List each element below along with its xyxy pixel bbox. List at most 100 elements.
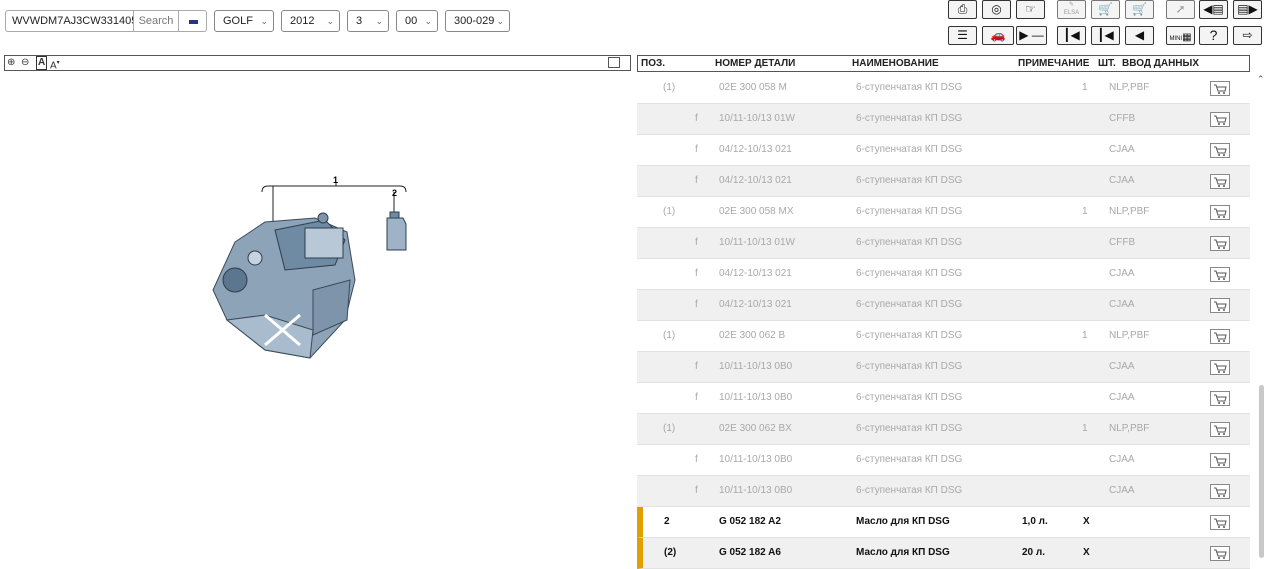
table-row[interactable]: f 04/12-10/13 021 6-ступенчатая КП DSG CJAA — [637, 135, 1250, 166]
year-select[interactable]: 2012 ⌄ — [281, 10, 340, 32]
illustration-select[interactable]: 300-029 ⌄ — [445, 10, 510, 32]
table-row[interactable]: f 10/11-10/13 01W 6-ступенчатая КП DSG CFFB — [637, 104, 1250, 135]
table-row[interactable]: f 10/11-10/13 0B0 6-ступенчатая КП DSG CJAA — [637, 476, 1250, 507]
row-qty: 1 — [1082, 82, 1088, 93]
add-to-cart-icon[interactable] — [1210, 453, 1230, 468]
table-row[interactable]: f 10/11-10/13 0B0 6-ступенчатая КП DSG CJAA — [637, 445, 1250, 476]
table-row[interactable]: f 04/12-10/13 021 6-ступенчатая КП DSG CJAA — [637, 166, 1250, 197]
group-select[interactable]: 3 ⌄ — [347, 10, 389, 32]
first-button[interactable]: ┃◀ — [1057, 26, 1086, 45]
play-button[interactable]: ▶ — — [1016, 26, 1047, 45]
add-to-cart-icon[interactable] — [1210, 112, 1230, 127]
add-to-cart-icon[interactable] — [1210, 81, 1230, 96]
back-button[interactable]: ┃◀ — [1091, 26, 1120, 45]
add-to-cart-icon[interactable] — [1210, 546, 1230, 561]
row-qty: X — [1083, 516, 1090, 527]
table-row[interactable]: (1) 02E 300 058 MX 6-ступенчатая КП DSG 1 NL… — [637, 197, 1250, 228]
row-name: 6-ступенчатая КП DSG — [856, 423, 963, 434]
add-to-cart-icon[interactable] — [1210, 391, 1230, 406]
vin-input[interactable]: WVWDM7AJ3CW331405 — [5, 10, 133, 32]
add-to-cart-icon[interactable] — [1210, 422, 1230, 437]
add-to-cart-icon[interactable] — [1210, 143, 1230, 158]
row-data-entry: CJAA — [1109, 175, 1135, 186]
language-button[interactable] — [179, 10, 207, 32]
row-data-entry: NLP,PBF — [1109, 82, 1150, 93]
add-to-cart-icon[interactable] — [1210, 515, 1230, 530]
table-row[interactable]: (2) G 052 182 A6 Масло для КП DSG 20 л. X — [637, 538, 1250, 569]
mini-button[interactable]: MINI▦ — [1166, 26, 1195, 45]
row-part-number: 02E 300 062 B — [719, 330, 786, 341]
header-data: ВВОД ДАННЫХ — [1122, 58, 1199, 69]
cart-icon — [1214, 549, 1227, 559]
add-to-cart-icon[interactable] — [1210, 236, 1230, 251]
panel-toggle-icon[interactable] — [608, 57, 620, 68]
prev-button[interactable]: ◀ — [1125, 26, 1154, 45]
table-scrollbar[interactable] — [1259, 385, 1264, 558]
add-to-cart-icon[interactable] — [1210, 360, 1230, 375]
add-to-cart-icon[interactable] — [1210, 267, 1230, 282]
row-part-number: 02E 300 058 M — [719, 82, 787, 93]
search-button[interactable]: Search — [133, 10, 179, 32]
row-part-number: 10/11-10/13 0B0 — [719, 485, 793, 496]
printer-icon: ⎙ — [957, 2, 968, 16]
play-icon: ▶ — — [1019, 28, 1044, 42]
table-row[interactable]: 2 G 052 182 A2 Масло для КП DSG 1,0 л. X — [637, 507, 1250, 538]
row-name: Масло для КП DSG — [856, 547, 950, 558]
cart-check-button[interactable]: 🛒 — [1125, 0, 1154, 19]
row-name: 6-ступенчатая КП DSG — [856, 485, 963, 496]
row-part-number: 10/11-10/13 0B0 — [719, 454, 793, 465]
font-large-icon[interactable]: A — [36, 56, 48, 70]
car-button[interactable]: 🚗 — [982, 26, 1014, 45]
row-qty: 1 — [1082, 206, 1088, 217]
row-name: 6-ступенчатая КП DSG — [856, 206, 963, 217]
help-button[interactable]: ? — [1199, 26, 1228, 45]
row-data-entry: NLP,PBF — [1109, 206, 1150, 217]
prev-icon: ◀ — [1134, 28, 1145, 42]
table-row[interactable]: f 04/12-10/13 021 6-ступенчатая КП DSG CJAA — [637, 290, 1250, 321]
print-button[interactable]: ⎙ — [948, 0, 977, 19]
zoom-in-icon[interactable]: ⊕ — [7, 56, 15, 70]
row-pos: (1) — [663, 82, 676, 93]
row-data-entry: CJAA — [1109, 392, 1135, 403]
hand-button[interactable]: ☞ — [1016, 0, 1045, 19]
cart-list-button[interactable]: 🛒 — [1091, 0, 1120, 19]
row-part-number: 10/11-10/13 01W — [719, 237, 795, 248]
pin-button[interactable]: ➚ — [1166, 0, 1195, 19]
row-note: 20 л. — [1022, 547, 1046, 558]
cart-icon — [1214, 363, 1227, 373]
elsa-icon: ✎ — [1068, 2, 1075, 8]
row-name: Масло для КП DSG — [856, 516, 950, 527]
disc-icon: ◎ — [991, 2, 1002, 16]
scroll-up-icon[interactable]: ⌃ — [1257, 74, 1265, 85]
row-name: 6-ступенчатая КП DSG — [856, 113, 963, 124]
cart-icon — [1214, 177, 1227, 187]
zoom-out-icon[interactable]: ⊖ — [21, 56, 29, 70]
table-row[interactable]: (1) 02E 300 062 B 6-ступенчатая КП DSG 1 NLP… — [637, 321, 1250, 352]
back-icon: ┃◀ — [1097, 28, 1114, 42]
disc-button[interactable]: ◎ — [982, 0, 1011, 19]
export-button[interactable]: ⇨ — [1233, 26, 1262, 45]
next-page-button[interactable]: ▤▶ — [1233, 0, 1262, 19]
add-to-cart-icon[interactable] — [1210, 484, 1230, 499]
table-row[interactable]: (1) 02E 300 062 BX 6-ступенчатая КП DSG 1 NL… — [637, 414, 1250, 445]
row-name: 6-ступенчатая КП DSG — [856, 454, 963, 465]
add-to-cart-icon[interactable] — [1210, 174, 1230, 189]
table-row[interactable]: f 04/12-10/13 021 6-ступенчатая КП DSG CJAA — [637, 259, 1250, 290]
chevron-down-icon: ⌄ — [424, 16, 432, 26]
table-row[interactable]: f 10/11-10/13 0B0 6-ступенчатая КП DSG CJAA — [637, 383, 1250, 414]
list-button[interactable]: ☰ — [948, 26, 977, 45]
elsa-button[interactable]: ✎ ELSA — [1057, 0, 1086, 19]
subgroup-select[interactable]: 00 ⌄ — [396, 10, 438, 32]
cart-icon — [1214, 394, 1227, 404]
table-row[interactable]: (1) 02E 300 058 M 6-ступенчатая КП DSG 1 NLP… — [637, 73, 1250, 104]
add-to-cart-icon[interactable] — [1210, 298, 1230, 313]
add-to-cart-icon[interactable] — [1210, 205, 1230, 220]
table-row[interactable]: f 10/11-10/13 0B0 6-ступенчатая КП DSG CJAA — [637, 352, 1250, 383]
model-select[interactable]: GOLF ⌄ — [214, 10, 274, 32]
font-small-icon[interactable]: A▾ — [50, 56, 60, 73]
table-row[interactable]: f 10/11-10/13 01W 6-ступенчатая КП DSG CFFB — [637, 228, 1250, 259]
add-to-cart-icon[interactable] — [1210, 329, 1230, 344]
list-icon: ☰ — [957, 28, 968, 42]
cart-icon — [1214, 301, 1227, 311]
prev-page-button[interactable]: ◀▤ — [1199, 0, 1228, 19]
